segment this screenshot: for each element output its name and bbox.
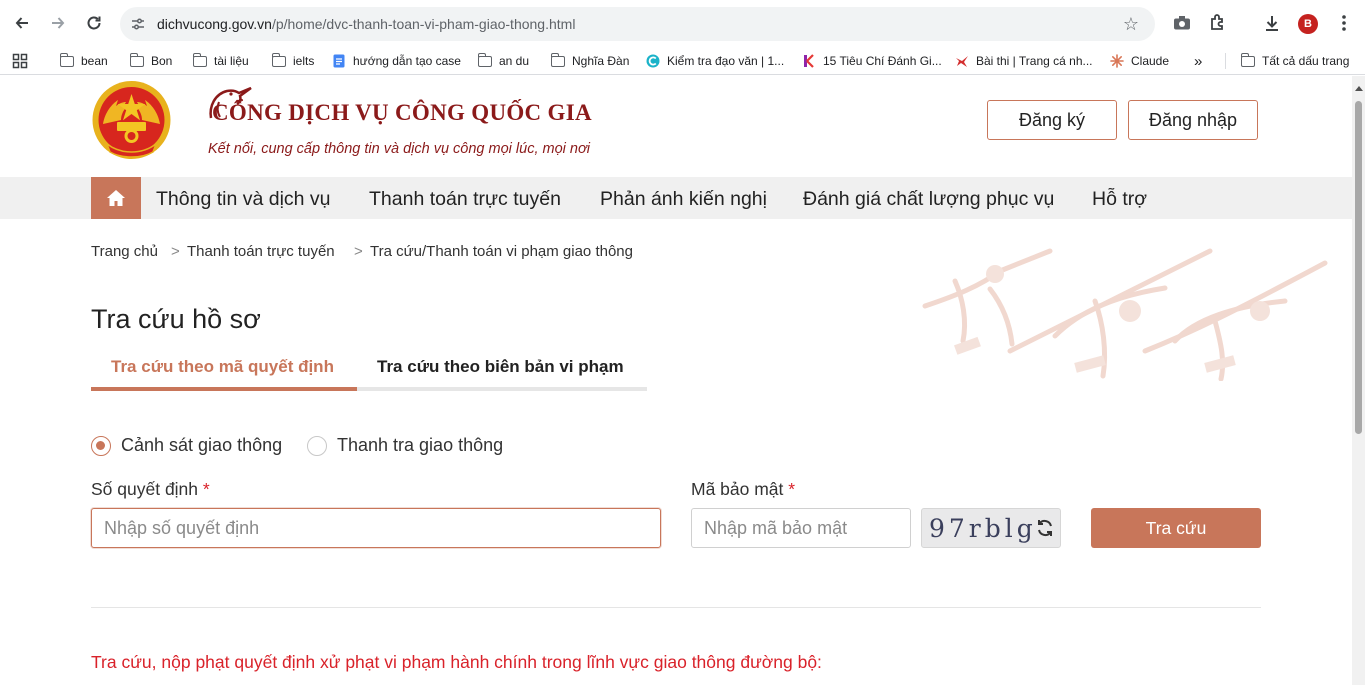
more-bookmarks-button[interactable]: » — [1194, 53, 1202, 70]
folder-icon — [1240, 52, 1255, 67]
login-button[interactable]: Đăng nhập — [1128, 100, 1258, 140]
nav-feedback[interactable]: Phản ánh kiến nghị — [600, 188, 767, 211]
decision-number-input[interactable] — [91, 508, 661, 548]
menu-icon[interactable] — [1333, 12, 1355, 34]
radio-traffic-police-label[interactable]: Cảnh sát giao thông — [121, 435, 282, 456]
national-emblem-logo[interactable] — [91, 80, 172, 162]
exam-site-icon — [956, 56, 968, 67]
address-bar[interactable]: dichvucong.gov.vn/p/home/dvc-thanh-toan-… — [120, 7, 1155, 41]
bookmarks-divider — [1225, 53, 1226, 69]
bookmark-item[interactable]: Kiểm tra đạo văn | 1... — [646, 53, 784, 69]
captcha-code: 97rblg — [929, 514, 1037, 543]
tab-by-violation-record[interactable]: Tra cứu theo biên bản vi phạm — [377, 357, 624, 377]
scrollbar-thumb[interactable] — [1355, 101, 1362, 434]
forward-icon[interactable] — [46, 11, 70, 35]
breadcrumb-separator: > — [354, 243, 363, 260]
bookmark-item[interactable]: an du — [477, 52, 529, 69]
main-nav: Thông tin và dịch vụ Thanh toán trực tuy… — [0, 177, 1352, 219]
register-button[interactable]: Đăng ký — [987, 100, 1117, 140]
bookmark-star-icon[interactable]: ☆ — [1121, 14, 1141, 34]
nav-service-rating[interactable]: Đánh giá chất lượng phục vụ — [803, 188, 1054, 211]
claude-icon — [1110, 54, 1124, 68]
bookmark-item[interactable]: ielts — [271, 52, 314, 69]
bookmarks-bar: bean Bon tài liệu ielts hướng dẫn tạo ca… — [0, 47, 1365, 75]
breadcrumb-current: Tra cứu/Thanh toán vi phạm giao thông — [370, 243, 633, 260]
site-title[interactable]: CỔNG DỊCH VỤ CÔNG QUỐC GIA — [212, 100, 592, 126]
nav-support[interactable]: Hỗ trợ — [1092, 188, 1147, 211]
all-bookmarks-folder[interactable]: Tất cả dấu trang — [1240, 52, 1349, 69]
required-mark: * — [202, 479, 210, 499]
bookmark-item[interactable]: 15 Tiêu Chí Đánh Gi... — [802, 53, 942, 69]
scroll-up-arrow-icon[interactable] — [1355, 86, 1363, 91]
folder-icon — [129, 52, 144, 67]
home-button[interactable] — [91, 177, 141, 219]
page-content: CỔNG DỊCH VỤ CÔNG QUỐC GIA Kết nối, cung… — [0, 76, 1352, 685]
folder-icon — [477, 52, 492, 67]
refresh-captcha-icon[interactable] — [1035, 518, 1055, 538]
bookmark-item[interactable]: hướng dẫn tạo case — [332, 53, 461, 69]
url-text: dichvucong.gov.vn/p/home/dvc-thanh-toan-… — [157, 16, 576, 32]
profile-avatar[interactable]: B — [1298, 14, 1318, 34]
folder-icon — [271, 52, 286, 67]
home-icon — [107, 190, 125, 206]
site-info-icon[interactable] — [130, 16, 146, 32]
required-mark: * — [788, 479, 796, 499]
page-title: Tra cứu hồ sơ — [91, 304, 261, 334]
instructions-note: Tra cứu, nộp phạt quyết định xử phạt vi … — [91, 652, 822, 672]
back-icon[interactable] — [10, 11, 34, 35]
apps-grid-icon[interactable] — [12, 53, 28, 69]
search-button[interactable]: Tra cứu — [1091, 508, 1261, 548]
folder-icon — [192, 52, 207, 67]
reload-icon[interactable] — [82, 11, 106, 35]
bookmark-item[interactable]: Bon — [129, 52, 172, 69]
nav-info-services[interactable]: Thông tin và dịch vụ — [156, 188, 331, 211]
bookmark-item[interactable]: Bài thi | Trang cá nh... — [955, 53, 1093, 69]
site-logo-icon — [804, 54, 814, 68]
active-tab-indicator — [91, 387, 357, 391]
bookmark-item[interactable]: tài liệu — [192, 52, 249, 69]
tab-by-decision-number[interactable]: Tra cứu theo mã quyết định — [111, 357, 334, 377]
decision-number-label: Số quyết định * — [91, 479, 210, 499]
section-divider — [91, 607, 1261, 608]
nav-online-payment[interactable]: Thanh toán trực tuyến — [369, 188, 561, 211]
folder-icon — [550, 52, 565, 67]
site-subtitle: Kết nối, cung cấp thông tin và dịch vụ c… — [208, 141, 590, 157]
breadcrumb-online-payment[interactable]: Thanh toán trực tuyến — [187, 243, 335, 260]
radio-traffic-inspector-label[interactable]: Thanh tra giao thông — [337, 435, 503, 456]
breadcrumb-home[interactable]: Trang chủ — [91, 243, 158, 260]
decorative-cranes-pattern — [922, 248, 1328, 381]
bookmark-item[interactable]: Nghĩa Đàn — [550, 52, 629, 69]
download-icon[interactable] — [1261, 12, 1283, 34]
plagiarism-checker-icon — [646, 54, 660, 68]
folder-icon — [59, 52, 74, 67]
google-docs-icon — [333, 54, 345, 68]
bookmark-item[interactable]: bean — [59, 52, 108, 69]
bookmark-item[interactable]: Claude — [1110, 53, 1169, 69]
radio-traffic-police[interactable] — [91, 436, 111, 456]
captcha-image: 97rblg — [921, 508, 1061, 548]
radio-traffic-inspector[interactable] — [307, 436, 327, 456]
page-scrollbar[interactable] — [1352, 76, 1365, 685]
captcha-input[interactable] — [691, 508, 911, 548]
screenshot-icon[interactable] — [1171, 12, 1193, 34]
browser-toolbar: dichvucong.gov.vn/p/home/dvc-thanh-toan-… — [0, 0, 1365, 47]
breadcrumb-separator: > — [171, 243, 180, 260]
extensions-icon[interactable] — [1207, 12, 1229, 34]
captcha-label: Mã bảo mật * — [691, 479, 796, 499]
